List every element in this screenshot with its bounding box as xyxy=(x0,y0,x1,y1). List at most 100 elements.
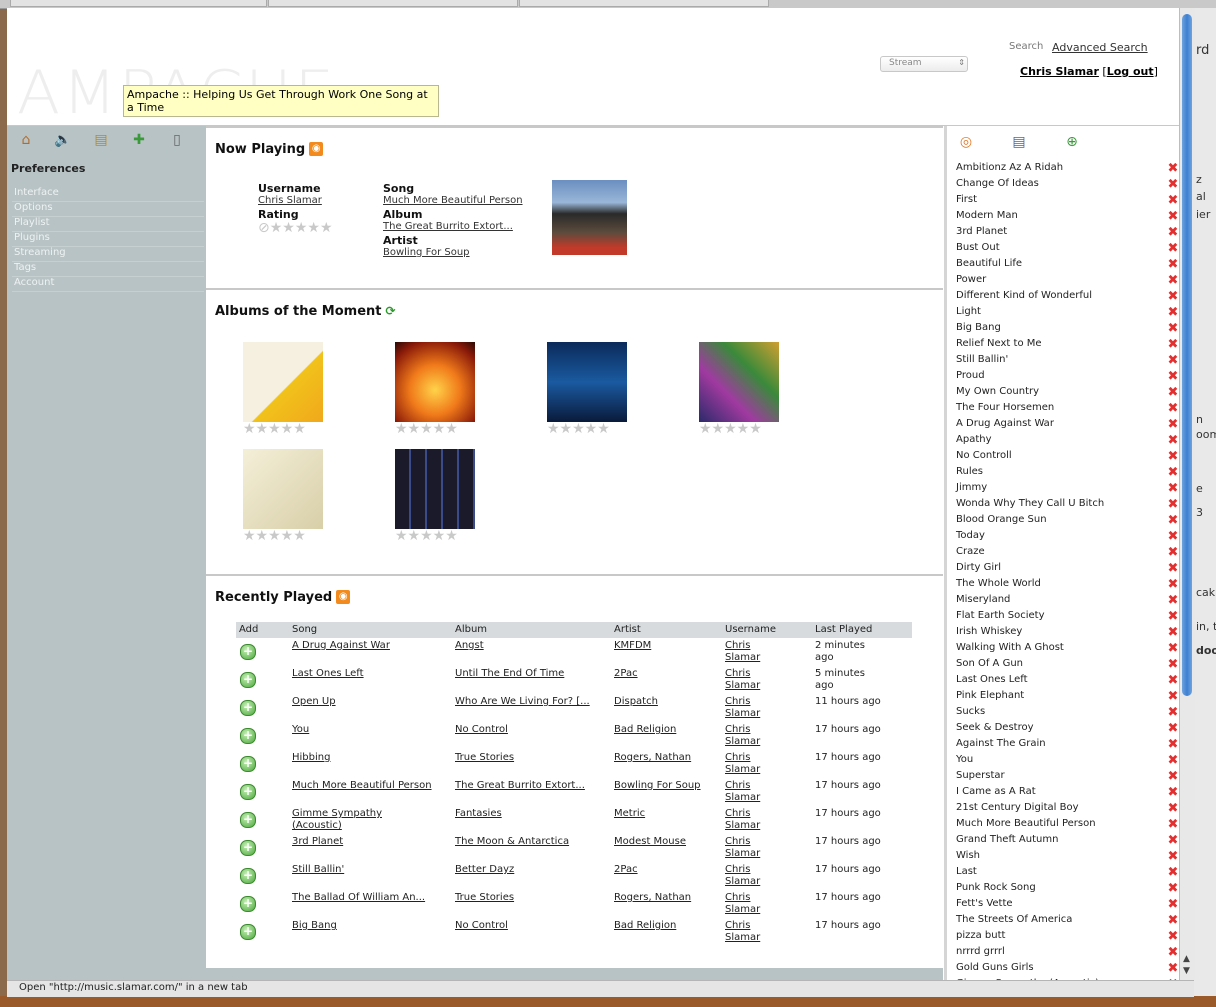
playlist-item[interactable]: Modern Man xyxy=(956,210,1166,226)
username-link[interactable]: Chris Slamar xyxy=(725,892,785,916)
speaker-icon[interactable]: 🔈 xyxy=(54,132,71,148)
sidebar-item-interface[interactable]: Interface xyxy=(12,187,204,202)
remove-item-icon[interactable]: ✖ xyxy=(1167,690,1179,703)
scroll-down-arrow-icon[interactable]: ▼ xyxy=(1183,966,1190,976)
album-cover[interactable] xyxy=(243,449,323,529)
add-song-icon[interactable]: + xyxy=(240,868,256,884)
remove-item-icon[interactable]: ✖ xyxy=(1167,338,1179,351)
playlist-item[interactable]: Sucks xyxy=(956,706,1166,722)
album-rating[interactable]: ★★★★★ xyxy=(547,422,610,436)
sidebar-item-account[interactable]: Account xyxy=(12,277,204,292)
remove-item-icon[interactable]: ✖ xyxy=(1167,290,1179,303)
remove-item-icon[interactable]: ✖ xyxy=(1167,722,1179,735)
remove-item-icon[interactable]: ✖ xyxy=(1167,194,1179,207)
playlist-item[interactable]: Wish xyxy=(956,850,1166,866)
album-rating[interactable]: ★★★★★ xyxy=(243,422,306,436)
album-rating[interactable]: ★★★★★ xyxy=(395,529,458,543)
playlist-item[interactable]: Change Of Ideas xyxy=(956,178,1166,194)
playlist-item[interactable]: pizza butt xyxy=(956,930,1166,946)
username-link[interactable]: Chris Slamar xyxy=(725,864,785,888)
remove-item-icon[interactable]: ✖ xyxy=(1167,162,1179,175)
add-icon[interactable]: ⊕ xyxy=(1063,133,1081,151)
logout-link[interactable]: Log out xyxy=(1107,65,1154,78)
playlist-item[interactable]: You xyxy=(956,754,1166,770)
remove-item-icon[interactable]: ✖ xyxy=(1167,562,1179,575)
remove-item-icon[interactable]: ✖ xyxy=(1167,962,1179,975)
artist-link[interactable]: Rogers, Nathan xyxy=(614,892,704,904)
song-link[interactable]: The Ballad Of William An... xyxy=(292,892,432,904)
remove-item-icon[interactable]: ✖ xyxy=(1167,578,1179,591)
remove-item-icon[interactable]: ✖ xyxy=(1167,770,1179,783)
remove-item-icon[interactable]: ✖ xyxy=(1167,530,1179,543)
album-rating[interactable]: ★★★★★ xyxy=(395,422,458,436)
add-song-icon[interactable]: + xyxy=(240,840,256,856)
add-song-icon[interactable]: + xyxy=(240,644,256,660)
artist-link[interactable]: Bad Religion xyxy=(614,724,704,736)
now-playing-username[interactable]: Chris Slamar xyxy=(258,195,322,206)
remove-item-icon[interactable]: ✖ xyxy=(1167,882,1179,895)
playlist-item[interactable]: Beautiful Life xyxy=(956,258,1166,274)
playlist-item[interactable]: Walking With A Ghost xyxy=(956,642,1166,658)
song-link[interactable]: You xyxy=(292,724,432,736)
rss-icon[interactable]: ◉ xyxy=(336,590,351,604)
add-song-icon[interactable]: + xyxy=(240,896,256,912)
playlist-item[interactable]: nrrrd grrrl xyxy=(956,946,1166,962)
playlist-item[interactable]: Superstar xyxy=(956,770,1166,786)
remove-item-icon[interactable]: ✖ xyxy=(1167,610,1179,623)
remove-item-icon[interactable]: ✖ xyxy=(1167,706,1179,719)
username-link[interactable]: Chris Slamar xyxy=(725,836,785,860)
playlist-item[interactable]: A Drug Against War xyxy=(956,418,1166,434)
add-song-icon[interactable]: + xyxy=(240,812,256,828)
song-link[interactable]: 3rd Planet xyxy=(292,836,432,848)
remove-item-icon[interactable]: ✖ xyxy=(1167,834,1179,847)
playlist-item[interactable]: Craze xyxy=(956,546,1166,562)
playlist-item[interactable]: Fett's Vette xyxy=(956,898,1166,914)
remove-item-icon[interactable]: ✖ xyxy=(1167,226,1179,239)
playlist-item[interactable]: Still Ballin' xyxy=(956,354,1166,370)
playlist-item[interactable]: Wonda Why They Call U Bitch xyxy=(956,498,1166,514)
remove-item-icon[interactable]: ✖ xyxy=(1167,178,1179,191)
album-link[interactable]: No Control xyxy=(455,920,595,932)
sidebar-item-playlist[interactable]: Playlist xyxy=(12,217,204,232)
remove-item-icon[interactable]: ✖ xyxy=(1167,370,1179,383)
album-link[interactable]: The Great Burrito Extort... xyxy=(455,780,595,792)
artist-link[interactable]: KMFDM xyxy=(614,640,704,652)
browser-tab[interactable] xyxy=(519,0,769,7)
playlist-item[interactable]: The Four Horsemen xyxy=(956,402,1166,418)
album-link[interactable]: True Stories xyxy=(455,752,595,764)
page-scrollbar[interactable]: ▲ ▼ xyxy=(1179,8,1195,980)
username-link[interactable]: Chris Slamar xyxy=(725,752,785,776)
remove-item-icon[interactable]: ✖ xyxy=(1167,914,1179,927)
playlist-item[interactable]: Ambitionz Az A Ridah xyxy=(956,162,1166,178)
playlist-item[interactable]: The Streets Of America xyxy=(956,914,1166,930)
clear-rating-icon[interactable]: ⊘ xyxy=(258,220,270,236)
song-link[interactable]: Still Ballin' xyxy=(292,864,432,876)
remove-item-icon[interactable]: ✖ xyxy=(1167,354,1179,367)
playlist-item[interactable]: Blood Orange Sun xyxy=(956,514,1166,530)
song-link[interactable]: Open Up xyxy=(292,696,432,708)
playlist-item[interactable]: Dirty Girl xyxy=(956,562,1166,578)
browser-tab[interactable] xyxy=(10,0,267,7)
username-link[interactable]: Chris Slamar xyxy=(725,696,785,720)
album-rating[interactable]: ★★★★★ xyxy=(243,529,306,543)
remove-item-icon[interactable]: ✖ xyxy=(1167,482,1179,495)
add-song-icon[interactable]: + xyxy=(240,924,256,940)
user-name-link[interactable]: Chris Slamar xyxy=(1020,65,1099,78)
artist-link[interactable]: 2Pac xyxy=(614,668,704,680)
sidebar-item-tags[interactable]: Tags xyxy=(12,262,204,277)
now-playing-song[interactable]: Much More Beautiful Person xyxy=(383,195,523,206)
scroll-up-arrow-icon[interactable]: ▲ xyxy=(1183,954,1190,964)
remove-item-icon[interactable]: ✖ xyxy=(1167,450,1179,463)
add-song-icon[interactable]: + xyxy=(240,728,256,744)
playlist-item[interactable]: Flat Earth Society xyxy=(956,610,1166,626)
album-link[interactable]: Until The End Of Time xyxy=(455,668,595,680)
remove-item-icon[interactable]: ✖ xyxy=(1167,850,1179,863)
album-link[interactable]: Angst xyxy=(455,640,595,652)
remove-item-icon[interactable]: ✖ xyxy=(1167,786,1179,799)
refresh-icon[interactable]: ⟳ xyxy=(386,304,396,318)
remove-item-icon[interactable]: ✖ xyxy=(1167,674,1179,687)
remove-item-icon[interactable]: ✖ xyxy=(1167,738,1179,751)
album-rating[interactable]: ★★★★★ xyxy=(699,422,762,436)
playlist-item[interactable]: Last Ones Left xyxy=(956,674,1166,690)
artist-link[interactable]: Modest Mouse xyxy=(614,836,704,848)
